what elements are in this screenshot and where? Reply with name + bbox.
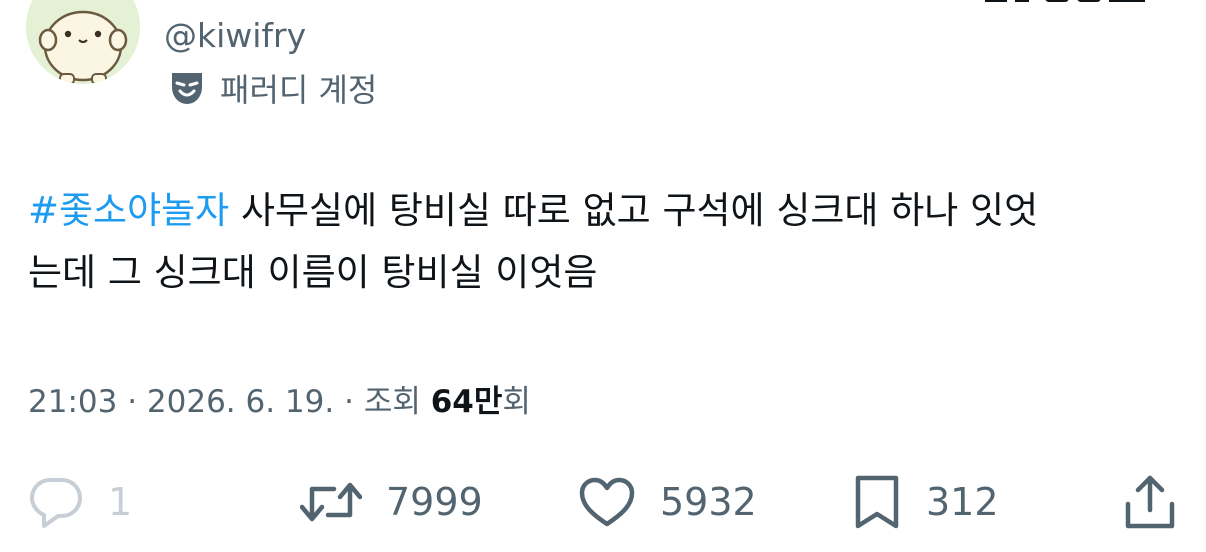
parody-account-label: 패러디 계정: [168, 66, 377, 110]
views-suffix: 회: [502, 384, 531, 420]
retweet-button[interactable]: 7999: [300, 470, 483, 534]
tweet-text-line-2: 는데 그 싱크대 이름이 탕비실 이엇음: [28, 251, 598, 294]
views-label: 조회: [363, 384, 431, 420]
retweet-count: 7999: [386, 480, 483, 524]
reply-icon: [30, 478, 82, 528]
parody-label-text: 패러디 계정: [220, 71, 378, 109]
tweet-time[interactable]: 21:03: [28, 384, 117, 420]
meta-separator: ·: [117, 384, 147, 420]
tweet-text-line-1: #좇소야놀자 사무실에 탕비실 따로 없고 구석에 싱크대 하나 잇엇: [28, 180, 1178, 242]
brand-watermark-icon: [985, 0, 1145, 2]
tweet-text-line-1-rest: 사무실에 탕비실 따로 없고 구석에 싱크대 하나 잇엇: [229, 189, 1039, 232]
heart-icon: [579, 477, 635, 527]
views-count[interactable]: 64만: [431, 384, 503, 420]
bookmark-button[interactable]: 312: [852, 470, 999, 534]
rabbit-avatar-icon: [26, 0, 140, 84]
user-handle[interactable]: @kiwifry: [164, 14, 306, 58]
tweet-meta: 21:03 · 2026. 6. 19. · 조회 64만회: [28, 378, 531, 426]
hashtag-link[interactable]: #좇소야놀자: [28, 189, 229, 232]
theater-mask-icon: [172, 73, 202, 104]
tweet-text: #좇소야놀자 사무실에 탕비실 따로 없고 구석에 싱크대 하나 잇엇 는데 그…: [28, 180, 1178, 304]
share-button[interactable]: [1124, 470, 1176, 534]
avatar[interactable]: [26, 0, 140, 84]
bookmark-count: 312: [926, 480, 999, 524]
reply-count: 1: [108, 480, 133, 524]
tweet-detail: @kiwifry 패러디 계정 #좇소야놀자 사무실에 탕비실 따로 없고 구석…: [0, 0, 1206, 552]
like-count: 5932: [660, 480, 757, 524]
retweet-icon: [300, 482, 362, 522]
tweet-date[interactable]: 2026. 6. 19.: [147, 384, 334, 420]
meta-separator: ·: [334, 384, 364, 420]
like-button[interactable]: 5932: [578, 470, 757, 534]
reply-button[interactable]: 1: [28, 470, 132, 534]
share-icon: [1125, 475, 1175, 529]
bookmark-icon: [855, 475, 899, 529]
display-name[interactable]: [170, 0, 260, 6]
action-bar: 1 7999 5932 312: [0, 470, 1206, 534]
